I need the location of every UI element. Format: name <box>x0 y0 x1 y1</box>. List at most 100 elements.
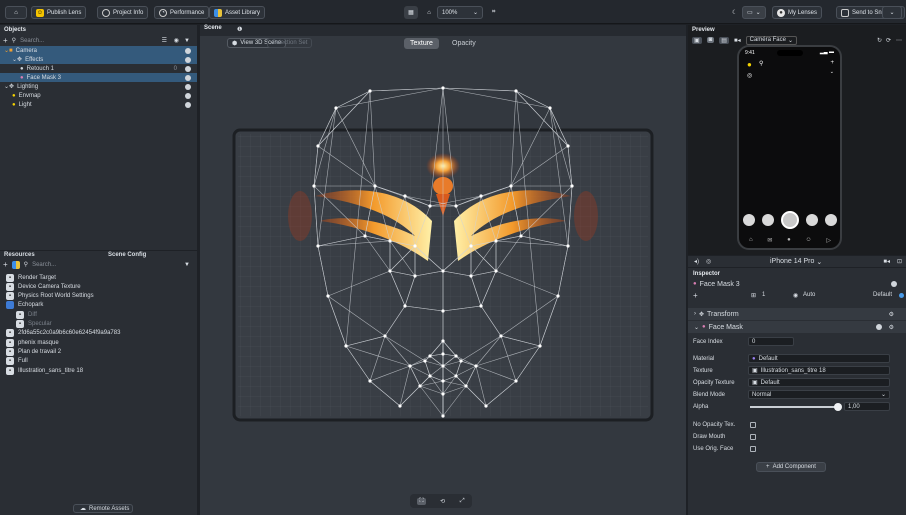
mesh-vertex[interactable] <box>454 374 458 378</box>
refresh-icon[interactable]: ↻ <box>877 37 882 44</box>
mesh-vertex[interactable] <box>428 374 432 378</box>
mesh-vertex[interactable] <box>383 334 387 338</box>
capture-button[interactable] <box>780 211 799 229</box>
mesh-vertex[interactable] <box>418 384 422 388</box>
mesh-vertex[interactable] <box>570 184 574 188</box>
mesh-vertex[interactable] <box>368 89 372 93</box>
mesh-vertex[interactable] <box>388 269 392 273</box>
object-item[interactable]: ● Face Mask 3 <box>0 73 197 82</box>
mesh-vertex[interactable] <box>428 354 432 358</box>
mesh-vertex[interactable] <box>509 184 513 188</box>
mesh-vertex[interactable] <box>566 144 570 148</box>
mesh-vertex[interactable] <box>514 89 518 93</box>
resource-item[interactable]: ▪ Device Camera Texture <box>0 282 197 291</box>
filter-icon[interactable]: ▼ <box>184 38 190 44</box>
mesh-vertex[interactable] <box>316 244 320 248</box>
mesh-vertex[interactable] <box>441 392 445 396</box>
project-info-button[interactable]: Project Info <box>97 6 149 19</box>
object-item[interactable]: ● Retouch 1 0 <box>0 64 197 73</box>
resource-item[interactable]: ▪ Render Target <box>0 273 197 282</box>
object-item[interactable]: ⌄■ Camera <box>0 46 197 55</box>
mesh-vertex[interactable] <box>538 344 542 348</box>
face-index-input[interactable]: 0 <box>748 337 794 346</box>
add-icon[interactable]: + <box>3 260 8 269</box>
add-icon[interactable]: + <box>3 36 8 45</box>
add-component-button[interactable]: + Add Component <box>756 462 826 472</box>
mesh-vertex[interactable] <box>368 379 372 383</box>
mesh-vertex[interactable] <box>423 359 427 363</box>
mesh-vertex[interactable] <box>514 379 518 383</box>
add-icon[interactable]: + <box>693 291 698 300</box>
mesh-vertex[interactable] <box>326 294 330 298</box>
object-name[interactable]: Face Mask 3 <box>700 281 740 288</box>
mesh-vertex[interactable] <box>388 239 392 243</box>
resources-search-input[interactable]: Search... <box>32 262 56 268</box>
more-icon[interactable]: ⋯ <box>896 37 902 44</box>
home-view-button[interactable]: ⌂ <box>422 6 436 19</box>
mesh-vertex[interactable] <box>441 309 445 313</box>
alpha-input[interactable]: 1,00 <box>844 402 890 411</box>
remote-assets-button[interactable]: ☁ Remote Assets <box>73 504 133 513</box>
layer-value[interactable]: Default <box>873 292 892 298</box>
phone-preview[interactable]: 9:41 ▂▃ ▬ ● ⚲ ◎ + ⌄ ⌂ ✉ ● ☺ ▷ <box>737 45 842 250</box>
scene-viewport[interactable]: ⬢ View 3D Scene Selection Set Texture Opa… <box>200 36 686 515</box>
mesh-vertex[interactable] <box>316 144 320 148</box>
scene-toggle-button[interactable]: ▦ <box>404 6 418 19</box>
speaker-icon[interactable]: ◂) <box>694 258 699 265</box>
resource-item[interactable]: ▪ Physics Root World Settings <box>0 292 197 301</box>
blend-mode-select[interactable]: Normal ⌄ <box>748 390 890 399</box>
mesh-vertex[interactable] <box>479 194 483 198</box>
gear-icon[interactable]: ⚙ <box>889 324 894 331</box>
performance-button[interactable]: ◔ Performance <box>154 6 210 19</box>
mesh-vertex[interactable] <box>474 364 478 368</box>
gear-icon[interactable]: ⚙ <box>889 311 894 318</box>
material-field[interactable]: ● Default <box>748 354 890 363</box>
tab-resources[interactable]: Resources <box>4 252 35 258</box>
alpha-slider-track[interactable] <box>750 406 838 408</box>
mesh-vertex[interactable] <box>334 106 338 110</box>
list-icon[interactable]: ☰ <box>162 37 167 44</box>
no-opacity-checkbox[interactable] <box>750 422 756 428</box>
mesh-vertex[interactable] <box>454 204 458 208</box>
mesh-vertex[interactable] <box>413 274 417 278</box>
mesh-vertex[interactable] <box>494 269 498 273</box>
mesh-vertex[interactable] <box>428 204 432 208</box>
publish-lens-button[interactable]: ☺ Publish Lens <box>31 6 87 19</box>
layer-count[interactable]: 1 <box>762 292 765 298</box>
asset-library-button[interactable]: Asset Library <box>209 6 266 19</box>
window-layout-button[interactable]: ▭ ⌄ <box>742 6 766 19</box>
camera-select[interactable]: Caméra Face ⌄ <box>745 35 797 45</box>
resource-item[interactable]: ▪ 2fd6a55c2c0a9b6c60e62454f9a9a783 <box>0 329 197 338</box>
visibility-checkbox[interactable] <box>185 56 191 63</box>
photo-icon[interactable]: ◙ <box>706 37 715 43</box>
face-mask-section[interactable]: ⌄ ● Face Mask ⚙ <box>688 321 906 333</box>
mesh-vertex[interactable] <box>398 404 402 408</box>
mesh-vertex[interactable] <box>373 184 377 188</box>
mesh-vertex[interactable] <box>441 86 445 90</box>
mesh-vertex[interactable] <box>519 234 523 238</box>
crop-button[interactable]: ⌗ <box>488 6 500 19</box>
render-order-value[interactable]: Auto <box>803 292 815 298</box>
texture-field[interactable]: ▣ Illustration_sans_titre 18 <box>748 366 890 375</box>
reset-icon[interactable]: ⟳ <box>886 37 891 44</box>
mesh-vertex[interactable] <box>403 304 407 308</box>
mesh-vertex[interactable] <box>441 364 445 368</box>
mesh-vertex[interactable] <box>484 404 488 408</box>
my-lenses-button[interactable]: ● My Lenses <box>772 6 823 19</box>
mesh-vertex[interactable] <box>344 344 348 348</box>
scale-tool-icon[interactable]: ⤢ <box>460 498 465 505</box>
resource-item[interactable]: ▪ Specular <box>0 320 197 329</box>
eye-icon[interactable]: ◉ <box>174 37 179 44</box>
mesh-vertex[interactable] <box>454 354 458 358</box>
theme-button[interactable]: ☾ <box>728 6 740 19</box>
camera-switch-icon[interactable]: ■◂ <box>883 258 890 265</box>
mesh-vertex[interactable] <box>441 379 445 383</box>
resource-item[interactable]: Echopark <box>0 301 197 310</box>
mesh-vertex[interactable] <box>441 352 445 356</box>
filter-icon[interactable]: ▼ <box>184 262 190 268</box>
asset-library-icon[interactable] <box>11 260 20 269</box>
home-button[interactable]: ⌂ <box>5 6 27 19</box>
resource-item[interactable]: ▪ Full <box>0 357 197 366</box>
mesh-vertex[interactable] <box>499 334 503 338</box>
send-options-button[interactable]: ⌄ <box>882 6 902 19</box>
